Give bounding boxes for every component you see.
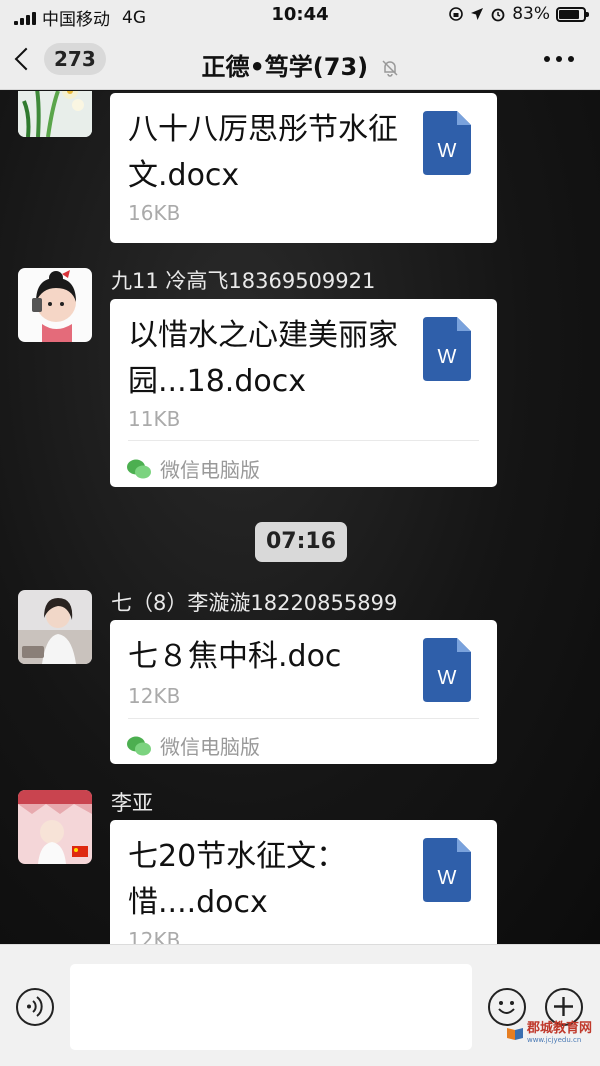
mute-bell-icon — [381, 60, 398, 77]
source-text: 微信电脑版 — [160, 458, 260, 482]
sender-name: 七（8）李漩漩18220855899 — [111, 591, 398, 615]
message-input[interactable] — [70, 964, 472, 1050]
time-divider: 07:16 — [255, 522, 347, 562]
watermark-name: 郡城教育网 — [526, 1021, 592, 1036]
wechat-icon — [127, 459, 151, 478]
plus-icon — [554, 997, 573, 1016]
alarm-icon — [491, 8, 505, 22]
bubble-divider — [128, 718, 479, 719]
source-label: 微信电脑版 — [126, 731, 260, 760]
avatar-stylized-girl[interactable] — [18, 790, 92, 864]
location-icon — [471, 8, 484, 20]
file-name: 七20节水征文：惜....docx — [128, 839, 347, 920]
chat-area[interactable]: 八十八厉思彤节水征文.docx 16KB W 九11 冷高飞1836950992… — [0, 91, 600, 944]
word-file-icon: W — [423, 317, 471, 381]
file-size: 12KB — [128, 928, 181, 944]
word-file-icon: W — [423, 838, 471, 902]
file-message-4[interactable]: 七20节水征文：惜....docx 12KB W — [110, 820, 497, 944]
battery-icon — [556, 6, 589, 22]
status-bar: 中国移动 4G 10:44 83% — [0, 0, 600, 32]
status-right: 83% — [448, 4, 589, 24]
file-size: 11KB — [128, 407, 181, 431]
word-file-letter: W — [438, 346, 457, 368]
battery-fill — [559, 9, 579, 19]
watermark-logo: 郡城教育网 www.jcjyedu.cn — [506, 1022, 592, 1044]
avatar-flower[interactable] — [18, 91, 92, 137]
emoji-icon — [498, 1001, 515, 1014]
book-icon — [506, 1028, 523, 1040]
battery-percent: 83% — [512, 4, 550, 24]
word-file-letter: W — [438, 667, 457, 689]
file-size: 16KB — [128, 201, 181, 225]
word-file-icon: W — [423, 111, 471, 175]
avatar-girl-photo[interactable] — [18, 590, 92, 664]
word-file-letter: W — [438, 140, 457, 162]
chat-title-text: 正德•笃学(73) — [201, 53, 369, 81]
orientation-lock-icon — [449, 7, 464, 21]
file-name: 八十八厉思彤节水征文.docx — [128, 112, 398, 193]
file-name: 以惜水之心建美丽家园...18.docx — [128, 318, 398, 399]
wechat-icon — [127, 736, 151, 755]
more-button[interactable] — [544, 56, 574, 62]
word-file-letter: W — [438, 867, 457, 889]
sender-name: 九11 冷高飞18369509921 — [111, 269, 376, 293]
chat-title: 正德•笃学(73) — [0, 47, 600, 82]
avatar-cartoon-girl[interactable] — [18, 268, 92, 342]
file-name: 七８焦中科.doc — [128, 639, 342, 674]
voice-icon — [27, 996, 43, 1017]
input-bar: 郡城教育网 www.jcjyedu.cn — [0, 944, 600, 1066]
emoji-button[interactable] — [488, 988, 526, 1026]
source-label: 微信电脑版 — [126, 454, 260, 483]
file-message-3[interactable]: 七８焦中科.doc 12KB W 微信电脑版 — [110, 620, 497, 764]
file-message-2[interactable]: 以惜水之心建美丽家园...18.docx 11KB W 微信电脑版 — [110, 299, 497, 487]
bubble-divider — [128, 440, 479, 441]
sender-name: 李亚 — [111, 791, 153, 815]
file-message-1[interactable]: 八十八厉思彤节水征文.docx 16KB W — [110, 93, 497, 243]
voice-button[interactable] — [16, 988, 54, 1026]
word-file-icon: W — [423, 638, 471, 702]
file-size: 12KB — [128, 684, 181, 708]
nav-bar: 273 正德•笃学(73) — [0, 32, 600, 90]
watermark-url: www.jcjyedu.cn — [526, 1036, 582, 1044]
source-text: 微信电脑版 — [160, 735, 260, 759]
